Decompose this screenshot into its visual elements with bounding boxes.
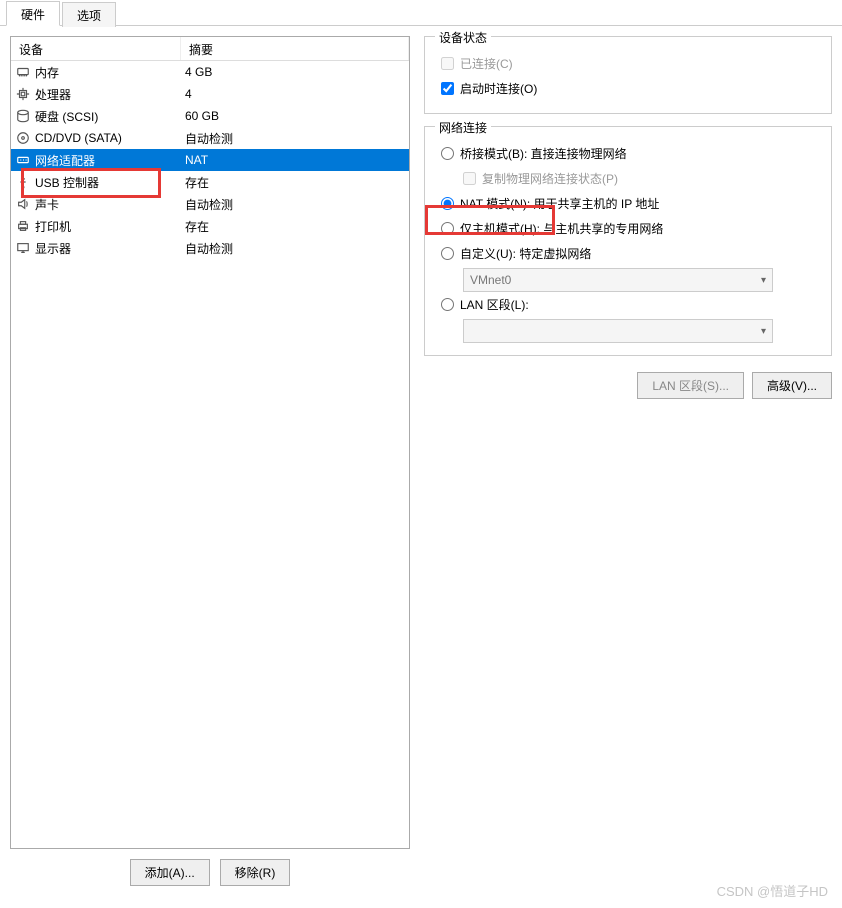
header-device[interactable]: 设备 — [11, 37, 181, 60]
content-area: 设备 摘要 内存 4 GB 处理器 4 硬盘 (SCSI) 60 GB CD/DVD (SA… — [0, 26, 842, 896]
lan-segments-button[interactable]: LAN 区段(S)... — [637, 372, 744, 399]
nat-label: NAT 模式(N): 用于共享主机的 IP 地址 — [460, 195, 659, 212]
chevron-down-icon: ▾ — [761, 275, 766, 286]
device-name: 内存 — [35, 64, 59, 81]
list-item[interactable]: 处理器 4 — [11, 83, 409, 105]
device-cell: 处理器 — [11, 86, 181, 103]
device-cell: 内存 — [11, 64, 181, 81]
usb-icon — [15, 174, 31, 190]
summary-cell: 自动检测 — [181, 196, 409, 213]
sound-icon — [15, 196, 31, 212]
device-status-title: 设备状态 — [435, 29, 491, 46]
custom-select[interactable]: VMnet0 ▾ — [463, 268, 773, 292]
device-cell: 打印机 — [11, 218, 181, 235]
list-item[interactable]: 打印机 存在 — [11, 215, 409, 237]
add-button[interactable]: 添加(A)... — [130, 859, 210, 886]
left-buttons: 添加(A)... 移除(R) — [10, 849, 410, 886]
watermark: CSDN @悟道子HD — [717, 881, 828, 900]
summary-cell: 自动检测 — [181, 130, 409, 147]
device-name: 打印机 — [35, 218, 71, 235]
list-body: 内存 4 GB 处理器 4 硬盘 (SCSI) 60 GB CD/DVD (SATA) 自动检… — [11, 61, 409, 259]
device-list: 设备 摘要 内存 4 GB 处理器 4 硬盘 (SCSI) 60 GB CD/DVD (SA… — [10, 36, 410, 849]
list-item[interactable]: 显示器 自动检测 — [11, 237, 409, 259]
lan-row: LAN 区段(L): — [441, 292, 819, 317]
device-name: CD/DVD (SATA) — [35, 131, 122, 145]
replicate-checkbox[interactable] — [463, 172, 476, 185]
lan-radio[interactable] — [441, 298, 454, 311]
right-panel: 设备状态 已连接(C) 启动时连接(O) 网络连接 桥接模式(B): 直接连接物… — [424, 36, 832, 886]
device-cell: 显示器 — [11, 240, 181, 257]
connected-checkbox[interactable] — [441, 57, 454, 70]
chevron-down-icon: ▾ — [761, 326, 766, 337]
bridged-radio[interactable] — [441, 147, 454, 160]
device-cell: USB 控制器 — [11, 174, 181, 191]
right-buttons: LAN 区段(S)... 高级(V)... — [424, 368, 832, 399]
list-header: 设备 摘要 — [11, 37, 409, 61]
tab-hardware[interactable]: 硬件 — [6, 1, 60, 26]
connected-checkbox-row: 已连接(C) — [441, 51, 819, 76]
device-name: 声卡 — [35, 196, 59, 213]
device-name: 网络适配器 — [35, 152, 95, 169]
device-name: 处理器 — [35, 86, 71, 103]
remove-button[interactable]: 移除(R) — [220, 859, 291, 886]
hostonly-radio[interactable] — [441, 222, 454, 235]
network-title: 网络连接 — [435, 119, 491, 136]
list-item[interactable]: USB 控制器 存在 — [11, 171, 409, 193]
printer-icon — [15, 218, 31, 234]
custom-radio[interactable] — [441, 247, 454, 260]
list-item[interactable]: 硬盘 (SCSI) 60 GB — [11, 105, 409, 127]
device-status-group: 设备状态 已连接(C) 启动时连接(O) — [424, 36, 832, 114]
disk-icon — [15, 108, 31, 124]
header-summary[interactable]: 摘要 — [181, 37, 409, 60]
lan-label: LAN 区段(L): — [460, 296, 529, 313]
list-item[interactable]: CD/DVD (SATA) 自动检测 — [11, 127, 409, 149]
device-cell: CD/DVD (SATA) — [11, 130, 181, 146]
tab-options[interactable]: 选项 — [62, 2, 116, 27]
device-name: 显示器 — [35, 240, 71, 257]
device-name: USB 控制器 — [35, 174, 99, 191]
network-icon — [15, 152, 31, 168]
connect-at-power-label: 启动时连接(O) — [460, 80, 537, 97]
summary-cell: 4 — [181, 87, 409, 101]
network-connection-group: 网络连接 桥接模式(B): 直接连接物理网络 复制物理网络连接状态(P) NAT… — [424, 126, 832, 356]
connected-label: 已连接(C) — [460, 55, 513, 72]
device-name: 硬盘 (SCSI) — [35, 108, 98, 125]
cpu-icon — [15, 86, 31, 102]
bridged-row: 桥接模式(B): 直接连接物理网络 — [441, 141, 819, 166]
replicate-label: 复制物理网络连接状态(P) — [482, 170, 618, 187]
replicate-row: 复制物理网络连接状态(P) — [463, 166, 819, 191]
summary-cell: NAT — [181, 153, 409, 167]
custom-label: 自定义(U): 特定虚拟网络 — [460, 245, 591, 262]
custom-select-value: VMnet0 — [470, 273, 511, 287]
lan-select[interactable]: ▾ — [463, 319, 773, 343]
device-cell: 硬盘 (SCSI) — [11, 108, 181, 125]
device-cell: 网络适配器 — [11, 152, 181, 169]
list-item[interactable]: 网络适配器 NAT — [11, 149, 409, 171]
summary-cell: 4 GB — [181, 65, 409, 79]
left-panel: 设备 摘要 内存 4 GB 处理器 4 硬盘 (SCSI) 60 GB CD/DVD (SA… — [10, 36, 410, 886]
nat-row: NAT 模式(N): 用于共享主机的 IP 地址 — [441, 191, 819, 216]
device-cell: 声卡 — [11, 196, 181, 213]
list-item[interactable]: 声卡 自动检测 — [11, 193, 409, 215]
memory-icon — [15, 64, 31, 80]
custom-row: 自定义(U): 特定虚拟网络 — [441, 241, 819, 266]
summary-cell: 60 GB — [181, 109, 409, 123]
hostonly-row: 仅主机模式(H): 与主机共享的专用网络 — [441, 216, 819, 241]
nat-radio[interactable] — [441, 197, 454, 210]
summary-cell: 自动检测 — [181, 240, 409, 257]
summary-cell: 存在 — [181, 174, 409, 191]
advanced-button[interactable]: 高级(V)... — [752, 372, 832, 399]
summary-cell: 存在 — [181, 218, 409, 235]
connect-at-power-checkbox[interactable] — [441, 82, 454, 95]
display-icon — [15, 240, 31, 256]
bridged-label: 桥接模式(B): 直接连接物理网络 — [460, 145, 627, 162]
hostonly-label: 仅主机模式(H): 与主机共享的专用网络 — [460, 220, 663, 237]
connect-at-power-row: 启动时连接(O) — [441, 76, 819, 101]
list-item[interactable]: 内存 4 GB — [11, 61, 409, 83]
cd-icon — [15, 130, 31, 146]
tab-bar: 硬件 选项 — [0, 0, 842, 26]
